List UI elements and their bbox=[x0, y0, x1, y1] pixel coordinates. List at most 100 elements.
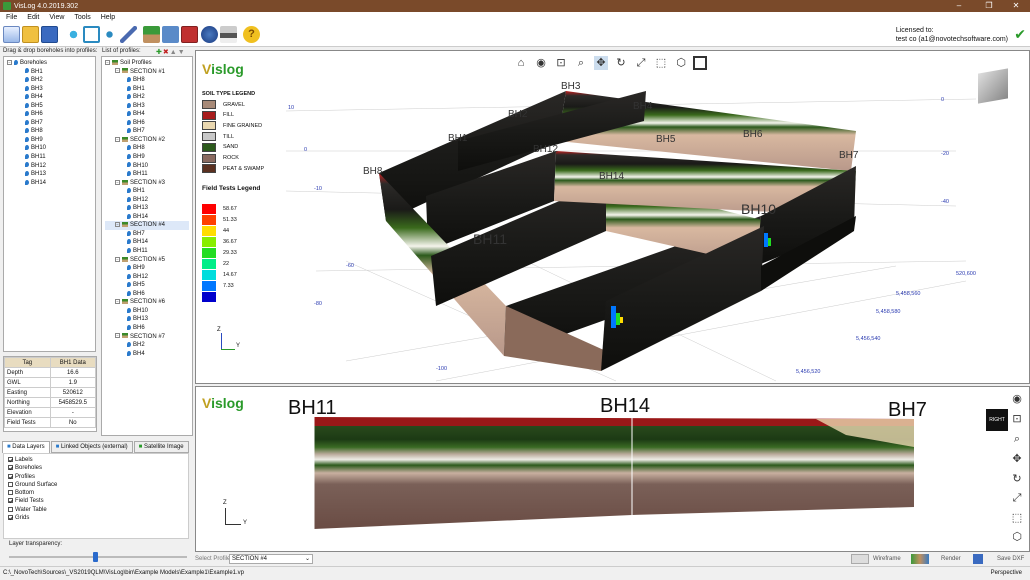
section-view[interactable]: Vislog BH11 BH14 BH7 RIGHT ◉ ⊡ ⌕ ✥ ↻ ⤢ ⬚ ⬡… bbox=[195, 386, 1030, 552]
tab-data-layers[interactable]: ■ Data Layers bbox=[2, 441, 50, 453]
menu-help[interactable]: Help bbox=[101, 14, 115, 21]
save-dxf-icon[interactable] bbox=[973, 554, 983, 564]
layer-item[interactable]: Bottom bbox=[8, 489, 184, 497]
layer-item[interactable]: Profiles bbox=[8, 473, 184, 481]
layer-item[interactable]: Ground Surface bbox=[8, 481, 184, 489]
network-icon[interactable] bbox=[101, 26, 118, 43]
section-item[interactable]: − SECTION #5 bbox=[105, 256, 189, 265]
3d-view[interactable]: Vislog ⌂ ◉ ⊡ ⌕ ✥ ↻ ⤢ ⬚ ⬡ SOIL TYPE LEGEN… bbox=[195, 50, 1030, 384]
move-down-icon[interactable]: ▼ bbox=[178, 49, 186, 56]
borehole-item[interactable]: BH2 bbox=[7, 76, 92, 85]
help-icon[interactable]: ? bbox=[243, 26, 260, 43]
section-item[interactable]: − SECTION #4 bbox=[105, 221, 189, 230]
section-borehole-item[interactable]: BH13 bbox=[105, 204, 189, 213]
section-borehole-item[interactable]: BH6 bbox=[105, 119, 189, 128]
layer-item[interactable]: Field Tests bbox=[8, 497, 184, 505]
add-profile-icon[interactable]: ✚ bbox=[156, 49, 163, 56]
section-borehole-item[interactable]: BH6 bbox=[105, 290, 189, 299]
tab-linked-objects[interactable]: ■ Linked Objects (external) bbox=[50, 441, 133, 453]
section-borehole-item[interactable]: BH13 bbox=[105, 315, 189, 324]
section-cube-icon[interactable]: ⬡ bbox=[1010, 530, 1024, 544]
borehole-item[interactable]: BH3 bbox=[7, 85, 92, 94]
globe-icon[interactable] bbox=[201, 26, 218, 43]
borehole-item[interactable]: BH4 bbox=[7, 93, 92, 102]
section-borehole-item[interactable]: BH3 bbox=[105, 102, 189, 111]
section-view-icon[interactable]: ◉ bbox=[1010, 392, 1024, 406]
tab-satellite-image[interactable]: ■ Satellite Image bbox=[133, 441, 189, 453]
open-folder-icon[interactable] bbox=[22, 26, 39, 43]
section-item[interactable]: − SECTION #2 bbox=[105, 136, 189, 145]
section-borehole-item[interactable]: BH10 bbox=[105, 162, 189, 171]
rotate-icon[interactable]: ↻ bbox=[614, 56, 628, 70]
collapse-icon[interactable]: − bbox=[115, 68, 120, 74]
section-borehole-item[interactable]: BH11 bbox=[105, 170, 189, 179]
cube-icon[interactable]: ⬡ bbox=[674, 56, 688, 70]
layer-checkbox[interactable] bbox=[8, 498, 13, 504]
wrench-icon[interactable] bbox=[120, 26, 137, 43]
layer-checkbox[interactable] bbox=[8, 506, 13, 512]
borehole-item[interactable]: BH14 bbox=[7, 179, 92, 188]
export-icon[interactable] bbox=[162, 26, 179, 43]
collapse-icon[interactable]: − bbox=[115, 136, 120, 142]
layer-checkbox[interactable] bbox=[8, 473, 13, 479]
view-cube[interactable] bbox=[978, 68, 1008, 104]
menu-tools[interactable]: Tools bbox=[74, 14, 90, 21]
section-borehole-item[interactable]: BH14 bbox=[105, 238, 189, 247]
section-item[interactable]: − SECTION #1 bbox=[105, 68, 189, 77]
layer-item[interactable]: Grids bbox=[8, 514, 184, 522]
section-borehole-item[interactable]: BH1 bbox=[105, 187, 189, 196]
save-icon[interactable] bbox=[41, 26, 58, 43]
section-borehole-item[interactable]: BH12 bbox=[105, 196, 189, 205]
zoom-icon[interactable]: ⌕ bbox=[574, 56, 588, 70]
menu-view[interactable]: View bbox=[49, 14, 64, 21]
menu-file[interactable]: File bbox=[6, 14, 17, 21]
section-zoom-box-icon[interactable]: ⊡ bbox=[1010, 412, 1024, 426]
frame-icon[interactable] bbox=[693, 56, 707, 70]
profiles-tree[interactable]: − Soil Profiles − SECTION #1 BH8 BH1 BH2 BH3 BH… bbox=[101, 56, 193, 436]
section-rotate-icon[interactable]: ↻ bbox=[1010, 472, 1024, 486]
menu-edit[interactable]: Edit bbox=[27, 14, 39, 21]
section-borehole-item[interactable]: BH6 bbox=[105, 324, 189, 333]
section-borehole-item[interactable]: BH7 bbox=[105, 230, 189, 239]
section-borehole-item[interactable]: BH11 bbox=[105, 247, 189, 256]
section-borehole-item[interactable]: BH2 bbox=[105, 93, 189, 102]
section-zoom-icon[interactable]: ⌕ bbox=[1010, 432, 1024, 446]
close-button[interactable]: ✕ bbox=[1002, 0, 1030, 12]
maximize-button[interactable]: ❐ bbox=[978, 0, 1000, 12]
layer-checkbox[interactable] bbox=[8, 515, 13, 520]
borehole-item[interactable]: BH13 bbox=[7, 170, 92, 179]
render-button[interactable]: Render bbox=[941, 556, 961, 562]
select-icon[interactable]: ⬚ bbox=[654, 56, 668, 70]
section-select-icon[interactable]: ⬚ bbox=[1010, 511, 1024, 525]
layer-checkbox[interactable] bbox=[8, 490, 13, 496]
home-icon[interactable]: ⌂ bbox=[514, 56, 528, 70]
layer-checkbox[interactable] bbox=[8, 456, 13, 462]
3d-icon[interactable] bbox=[181, 26, 198, 43]
section-borehole-item[interactable]: BH1 bbox=[105, 85, 189, 94]
delete-profile-icon[interactable]: ✖ bbox=[163, 49, 170, 56]
borehole-item[interactable]: BH11 bbox=[7, 153, 92, 162]
transparency-slider-track[interactable] bbox=[9, 556, 187, 558]
borehole-item[interactable]: BH6 bbox=[7, 110, 92, 119]
collapse-icon[interactable]: − bbox=[115, 256, 120, 262]
boreholes-icon[interactable] bbox=[65, 26, 82, 43]
collapse-icon[interactable]: − bbox=[115, 179, 120, 185]
save-dxf-button[interactable]: Save DXF bbox=[997, 556, 1024, 562]
profile-select[interactable]: SECTION #4 ⌄ bbox=[229, 554, 313, 564]
profiles-root[interactable]: − Soil Profiles bbox=[105, 59, 189, 68]
section-borehole-item[interactable]: BH9 bbox=[105, 264, 189, 273]
borehole-item[interactable]: BH5 bbox=[7, 102, 92, 111]
collapse-icon[interactable]: − bbox=[115, 333, 120, 339]
boreholes-root[interactable]: − Boreholes bbox=[7, 59, 92, 68]
borehole-item[interactable]: BH8 bbox=[7, 127, 92, 136]
section-borehole-item[interactable]: BH4 bbox=[105, 350, 189, 359]
collapse-icon[interactable]: − bbox=[115, 222, 120, 228]
wireframe-icon[interactable] bbox=[851, 554, 869, 564]
section-borehole-item[interactable]: BH9 bbox=[105, 153, 189, 162]
layer-item[interactable]: Labels bbox=[8, 456, 184, 464]
layer-checkbox[interactable] bbox=[8, 481, 13, 487]
render-icon[interactable] bbox=[911, 554, 929, 564]
section-borehole-item[interactable]: BH7 bbox=[105, 127, 189, 136]
borehole-item[interactable]: BH9 bbox=[7, 136, 92, 145]
section-borehole-item[interactable]: BH8 bbox=[105, 144, 189, 153]
